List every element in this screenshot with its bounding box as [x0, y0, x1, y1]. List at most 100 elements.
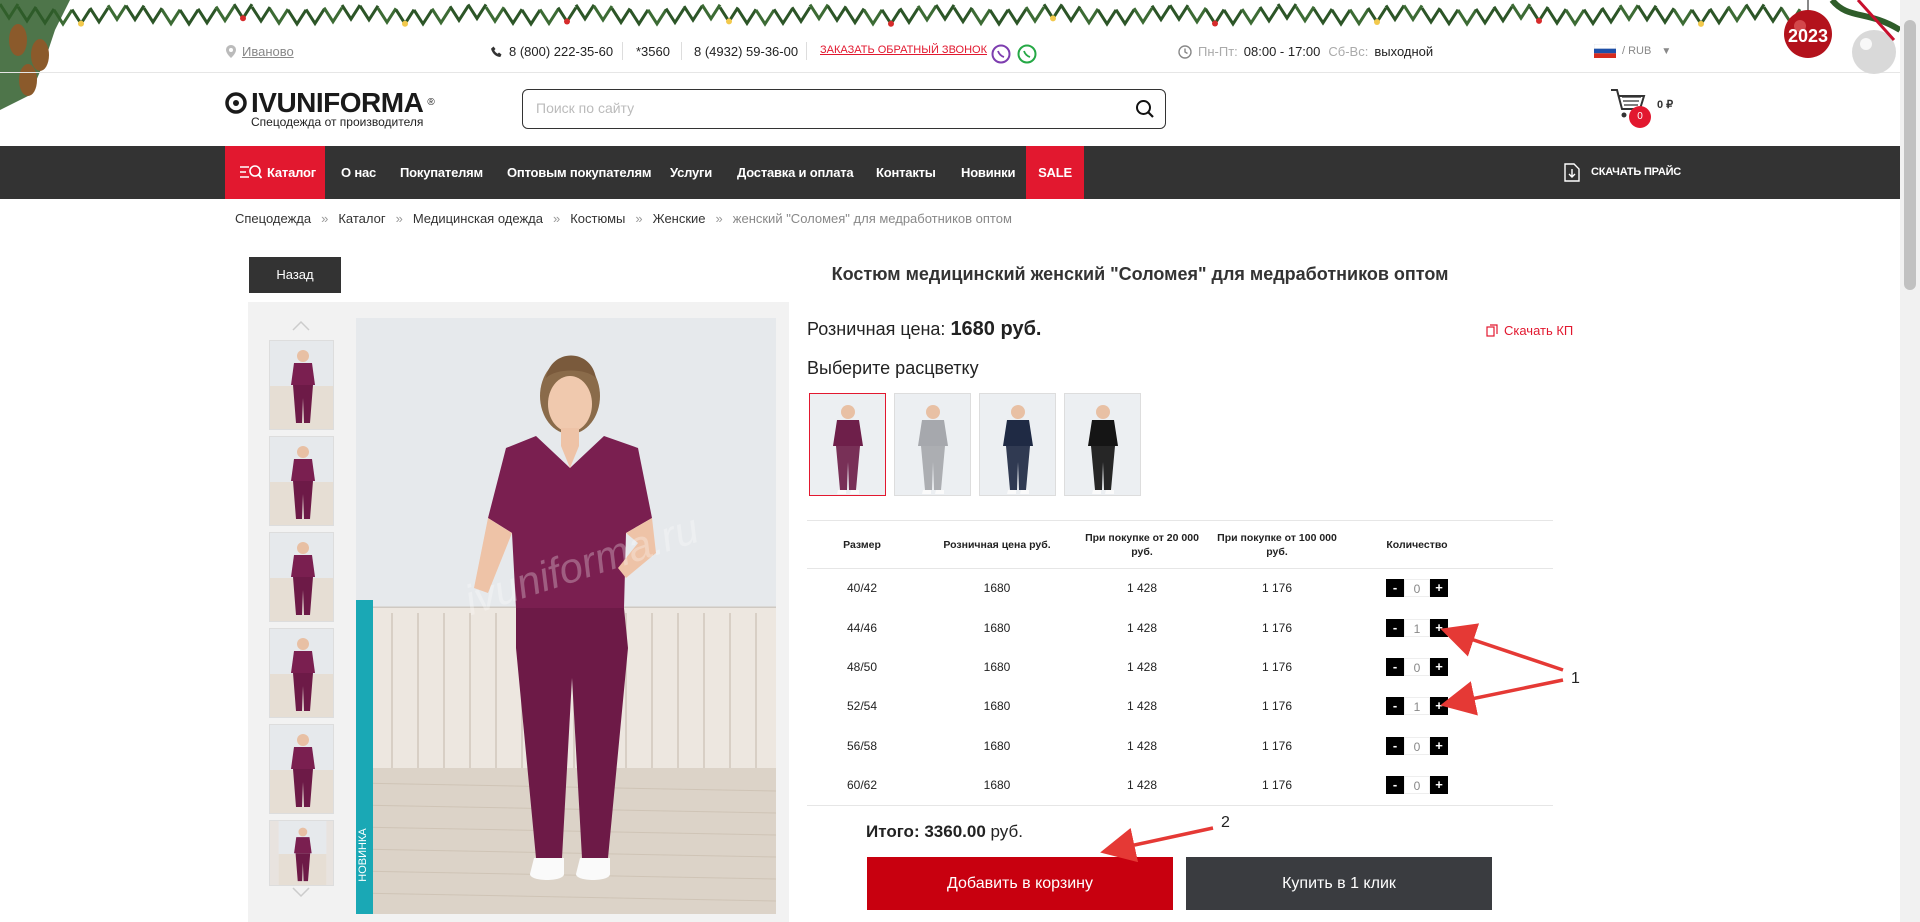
quantity-stepper: -0 +	[1347, 765, 1487, 804]
download-kp-link[interactable]: Скачать КП	[1486, 323, 1573, 338]
retail-price: Розничная цена: 1680 руб.	[807, 318, 1042, 340]
table-row: 60/62 1680 1 428 1 176 -0 +	[807, 765, 1553, 804]
breadcrumb-item[interactable]: Женские	[653, 211, 706, 226]
location-pin-icon	[226, 45, 236, 58]
decrease-button[interactable]: -	[1386, 697, 1404, 716]
logo-mark-icon	[225, 92, 247, 114]
nav-new[interactable]: Новинки	[961, 146, 1015, 199]
increase-button[interactable]: +	[1430, 657, 1448, 676]
increase-button[interactable]: +	[1430, 579, 1448, 598]
col-100000: При покупке от 100 000 руб.	[1207, 520, 1347, 569]
quantity-input[interactable]: 0	[1404, 657, 1430, 676]
russia-flag-icon	[1594, 44, 1616, 58]
gallery-thumbnail[interactable]	[269, 724, 334, 814]
gallery-thumbnail[interactable]	[269, 436, 334, 526]
whatsapp-icon[interactable]	[1017, 44, 1037, 64]
city-link[interactable]: Иваново	[242, 44, 294, 59]
back-button[interactable]: Назад	[249, 257, 341, 293]
order-total: Итого: 3360.00 руб.	[866, 822, 1023, 841]
cell-retail: 1680	[983, 778, 1011, 793]
quantity-input[interactable]: 0	[1404, 736, 1430, 755]
table-row: 52/54 1680 1 428 1 176 -1 +	[807, 687, 1553, 726]
cell-retail: 1680	[983, 581, 1011, 596]
breadcrumb-item[interactable]: Медицинская одежда	[413, 211, 543, 226]
phone-short[interactable]: *3560	[636, 44, 670, 59]
phone1-link[interactable]: 8 (800) 222-35-60	[509, 44, 613, 59]
decrease-button[interactable]: -	[1386, 657, 1404, 676]
main-product-image[interactable]: ivuniforma.ru НОВИНКА	[356, 318, 776, 914]
nav-about[interactable]: О нас	[341, 146, 376, 199]
nav-services[interactable]: Услуги	[670, 146, 712, 199]
breadcrumb-item[interactable]: Каталог	[338, 211, 385, 226]
nav-catalog[interactable]: Каталог	[225, 146, 325, 199]
gallery-thumbnail[interactable]	[269, 340, 334, 430]
nav-buyers[interactable]: Покупателям	[400, 146, 483, 199]
search-box[interactable]	[522, 89, 1166, 129]
decrease-button[interactable]: -	[1386, 776, 1404, 795]
color-swatch[interactable]	[894, 393, 971, 496]
chevron-up-icon[interactable]	[291, 320, 311, 332]
decrease-button[interactable]: -	[1386, 618, 1404, 637]
working-hours: Пн-Пт: 08:00 - 17:00 Сб-Вс: выходной	[1178, 44, 1433, 59]
decrease-button[interactable]: -	[1386, 579, 1404, 598]
cell-size: 56/58	[846, 738, 878, 753]
quantity-input[interactable]: 0	[1404, 776, 1430, 795]
nav-wholesale[interactable]: Оптовым покупателям	[507, 146, 651, 199]
cell-size: 40/42	[846, 581, 878, 596]
search-icon[interactable]	[1135, 99, 1155, 119]
quantity-input[interactable]: 1	[1404, 618, 1430, 637]
quantity-stepper: -1 +	[1347, 687, 1487, 726]
product-photo-figure: ivuniforma.ru	[356, 318, 776, 914]
decrease-button[interactable]: -	[1386, 736, 1404, 755]
callback-link[interactable]: ЗАКАЗАТЬ ОБРАТНЫЙ ЗВОНОК	[820, 44, 987, 56]
quantity-input[interactable]: 0	[1404, 579, 1430, 598]
gallery-thumbnail[interactable]	[269, 820, 334, 886]
size-price-table: Размер Розничная цена руб. При покупке о…	[807, 520, 1553, 805]
city-selector[interactable]: Иваново	[226, 44, 294, 59]
increase-button[interactable]: +	[1430, 697, 1448, 716]
gallery-thumbnail[interactable]	[269, 532, 334, 622]
nav-sale[interactable]: SALE	[1026, 146, 1084, 199]
viber-icon[interactable]	[991, 44, 1011, 64]
chevron-down-icon[interactable]	[291, 886, 311, 898]
cell-size: 52/54	[846, 699, 878, 714]
cart-widget[interactable]: 0 0 ₽	[1610, 86, 1680, 130]
nav-contacts[interactable]: Контакты	[876, 146, 936, 199]
logo-tagline: Спецодежда от производителя	[251, 115, 424, 129]
increase-button[interactable]: +	[1430, 776, 1448, 795]
table-row: 40/42 1680 1 428 1 176 -0 +	[807, 569, 1553, 608]
buy-one-click-button[interactable]: Купить в 1 клик	[1186, 857, 1492, 910]
nav-delivery[interactable]: Доставка и оплата	[737, 146, 854, 199]
color-swatch[interactable]	[1064, 393, 1141, 496]
page-scrollbar[interactable]	[1900, 0, 1920, 922]
phone2-link[interactable]: 8 (4932) 59-36-00	[694, 44, 798, 59]
download-file-icon	[1564, 163, 1580, 182]
quantity-input[interactable]: 1	[1404, 697, 1430, 716]
cell-price-20000: 1 428	[1126, 778, 1158, 793]
search-input[interactable]	[523, 90, 1103, 126]
col-quantity: Количество	[1347, 520, 1487, 569]
breadcrumb-item[interactable]: Спецодежда	[235, 211, 311, 226]
color-swatch[interactable]	[809, 393, 886, 496]
add-to-cart-button[interactable]: Добавить в корзину	[867, 857, 1173, 910]
increase-button[interactable]: +	[1430, 736, 1448, 755]
ornament-year-text: 2023	[1788, 26, 1828, 46]
breadcrumb-item[interactable]: Костюмы	[570, 211, 625, 226]
cell-price-100000: 1 176	[1261, 738, 1293, 753]
cell-price-20000: 1 428	[1126, 699, 1158, 714]
phone-main[interactable]: 8 (800) 222-35-60	[491, 44, 613, 59]
gallery-thumbnail[interactable]	[269, 628, 334, 718]
increase-button[interactable]: +	[1430, 618, 1448, 637]
logo-name: IVUNIFORMA	[251, 87, 424, 118]
color-swatch[interactable]	[979, 393, 1056, 496]
cell-retail: 1680	[983, 738, 1011, 753]
scrollbar-thumb[interactable]	[1904, 20, 1916, 290]
phone-icon	[491, 46, 502, 57]
cell-price-100000: 1 176	[1261, 620, 1293, 635]
cell-size: 48/50	[846, 659, 878, 674]
cell-retail: 1680	[983, 659, 1011, 674]
quantity-stepper: -0 +	[1347, 726, 1487, 765]
cart-total: 0 ₽	[1657, 99, 1674, 111]
site-logo[interactable]: IVUNIFORMA ® Спецодежда от производителя	[225, 87, 435, 129]
currency-selector[interactable]: / RUB ▼	[1594, 44, 1671, 58]
